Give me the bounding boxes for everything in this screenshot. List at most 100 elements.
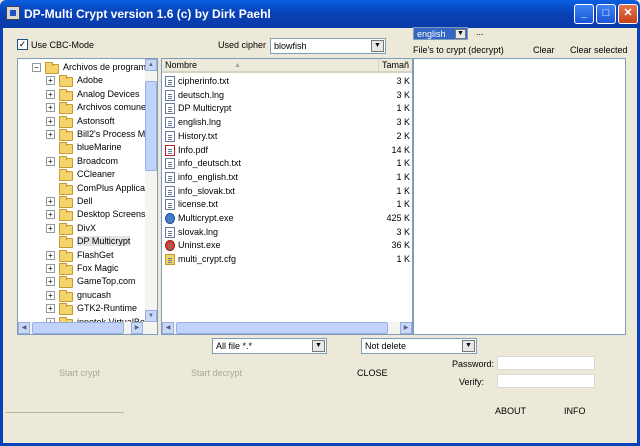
cbc-label: Use CBC-Mode	[31, 40, 95, 50]
file-row[interactable]: info_english.txt 1 K	[162, 171, 412, 184]
column-header-size[interactable]: Tamañ	[378, 59, 412, 73]
tree-item[interactable]: + Astonsoft	[18, 115, 145, 129]
tree-item[interactable]: + Archivos comunes	[18, 101, 151, 115]
tree-item[interactable]: + Desktop Screensh	[18, 208, 151, 222]
tree-item[interactable]: + gnucash	[18, 289, 145, 303]
exe-icon	[165, 213, 175, 224]
tree-item[interactable]: + Analog Devices	[18, 88, 145, 102]
scroll-thumb[interactable]	[32, 322, 124, 334]
expand-icon[interactable]: +	[46, 197, 55, 206]
collapse-icon[interactable]: −	[32, 63, 41, 72]
delete-mode-select[interactable]: Not delete ▼	[361, 338, 477, 354]
file-row[interactable]: DP Multicrypt 1 K	[162, 102, 412, 115]
expand-icon[interactable]: +	[46, 89, 55, 99]
scroll-right-icon[interactable]: ▶	[400, 322, 412, 334]
file-row[interactable]: slovak.lng 3 K	[162, 226, 412, 239]
file-size: 3 K	[396, 117, 410, 128]
file-row[interactable]: cipherinfo.txt 3 K	[162, 75, 412, 88]
scroll-thumb[interactable]	[145, 81, 157, 171]
file-row[interactable]: info_deutsch.txt 1 K	[162, 157, 412, 170]
expand-icon[interactable]: +	[46, 304, 55, 314]
expand-icon[interactable]: +	[46, 277, 55, 287]
expand-icon[interactable]: +	[46, 156, 55, 166]
tree-horizontal-scrollbar[interactable]: ◀ ▶	[18, 322, 157, 334]
tree-item[interactable]: + GTK2-Runtime	[18, 302, 145, 316]
tree-item[interactable]: + DivX	[18, 222, 145, 236]
file-row[interactable]: Uninst.exe 36 K	[162, 239, 412, 252]
start-crypt-button[interactable]: Start crypt	[59, 368, 100, 378]
expand-icon[interactable]: +	[46, 250, 55, 260]
close-window-button[interactable]: ✕	[618, 4, 638, 24]
tree-item[interactable]: + Broadcom	[18, 155, 145, 169]
about-button[interactable]: ABOUT	[495, 406, 526, 416]
minimize-button[interactable]: _	[574, 4, 594, 24]
maximize-button[interactable]: □	[596, 4, 616, 24]
scroll-down-icon[interactable]: ▼	[145, 310, 157, 322]
expand-icon[interactable]: +	[46, 223, 55, 233]
file-row[interactable]: Multicrypt.exe 425 K	[162, 212, 412, 225]
file-row[interactable]: Info.pdf 14 K	[162, 144, 412, 157]
clear-selected-button[interactable]: Clear selected	[570, 45, 628, 55]
file-name: Uninst.exe	[178, 240, 221, 251]
cipher-select[interactable]: blowfish ▼	[270, 38, 386, 54]
file-list[interactable]: Nombre ▲ Tamañ cipherinfo.txt 3 Kdeutsch.…	[161, 58, 413, 335]
tree-vertical-scrollbar[interactable]: ▲ ▼	[145, 59, 157, 322]
scroll-up-icon[interactable]: ▲	[145, 59, 157, 71]
file-row[interactable]: multi_crypt.cfg 1 K	[162, 253, 412, 266]
scroll-left-icon[interactable]: ◀	[18, 322, 30, 334]
file-row[interactable]: deutsch.lng 3 K	[162, 89, 412, 102]
expand-icon[interactable]: +	[46, 210, 55, 220]
expand-icon[interactable]: +	[46, 103, 55, 113]
file-row[interactable]: license.txt 1 K	[162, 198, 412, 211]
password-field[interactable]	[497, 356, 595, 370]
uninstall-icon	[165, 240, 175, 252]
password-label: Password:	[452, 359, 495, 369]
language-more-button[interactable]: ...	[476, 27, 484, 37]
column-header-name[interactable]: Nombre ▲	[162, 59, 378, 73]
language-select[interactable]: english ▼	[413, 27, 468, 40]
expand-icon[interactable]: +	[46, 116, 55, 126]
file-row[interactable]: History.txt 2 K	[162, 130, 412, 143]
chevron-down-icon: ▼	[455, 29, 466, 39]
file-row[interactable]: info_slovak.txt 1 K	[162, 185, 412, 198]
file-size: 36 K	[391, 240, 410, 251]
close-button[interactable]: CLOSE	[357, 368, 388, 378]
tree-item[interactable]: DP Multicrypt	[18, 235, 145, 249]
expand-icon[interactable]: +	[46, 130, 55, 139]
files-to-crypt-list[interactable]	[413, 58, 626, 335]
verify-field[interactable]	[497, 374, 595, 388]
tree-item[interactable]: blueMarine	[18, 141, 145, 155]
tree-item[interactable]: + FlashGet	[18, 249, 145, 263]
tree-item[interactable]: + Bill2's Process Mar	[18, 128, 153, 142]
cbc-checkbox[interactable]: ✓	[17, 39, 28, 50]
chevron-down-icon: ▼	[462, 340, 475, 352]
folder-tree[interactable]: − Archivos de programa + Adobe + Analog Devic…	[17, 58, 158, 335]
tree-item-label: Astonsoft	[77, 115, 115, 126]
status-separator	[6, 412, 124, 413]
file-row[interactable]: english.lng 3 K	[162, 116, 412, 129]
text-file-icon	[165, 117, 175, 129]
start-decrypt-button[interactable]: Start decrypt	[191, 368, 242, 378]
folder-icon	[59, 209, 73, 222]
scroll-right-icon[interactable]: ▶	[131, 322, 143, 334]
expand-icon[interactable]: +	[46, 76, 55, 86]
file-filter-select[interactable]: All file *.* ▼	[212, 338, 327, 354]
file-horizontal-scrollbar[interactable]: ◀ ▶	[162, 322, 412, 334]
tree-item[interactable]: CCleaner	[18, 168, 145, 182]
tree-item[interactable]: − Archivos de programa	[18, 61, 151, 75]
file-name: Multicrypt.exe	[178, 213, 234, 223]
clear-button[interactable]: Clear	[533, 45, 555, 55]
file-size: 1 K	[396, 185, 410, 196]
scroll-thumb[interactable]	[176, 322, 388, 334]
tree-item[interactable]: + Dell	[18, 195, 145, 209]
expand-icon[interactable]: +	[46, 290, 55, 300]
info-button[interactable]: INFO	[564, 406, 586, 416]
scroll-left-icon[interactable]: ◀	[162, 322, 174, 334]
tree-item[interactable]: + Fox Magic	[18, 262, 145, 276]
tree-item[interactable]: + GameTop.com	[18, 275, 145, 289]
text-file-icon	[165, 226, 175, 238]
tree-item[interactable]: + Adobe	[18, 74, 145, 88]
expand-icon[interactable]: +	[46, 264, 55, 273]
tree-item[interactable]: ComPlus Applicatio	[18, 182, 155, 196]
folder-icon	[59, 129, 73, 141]
